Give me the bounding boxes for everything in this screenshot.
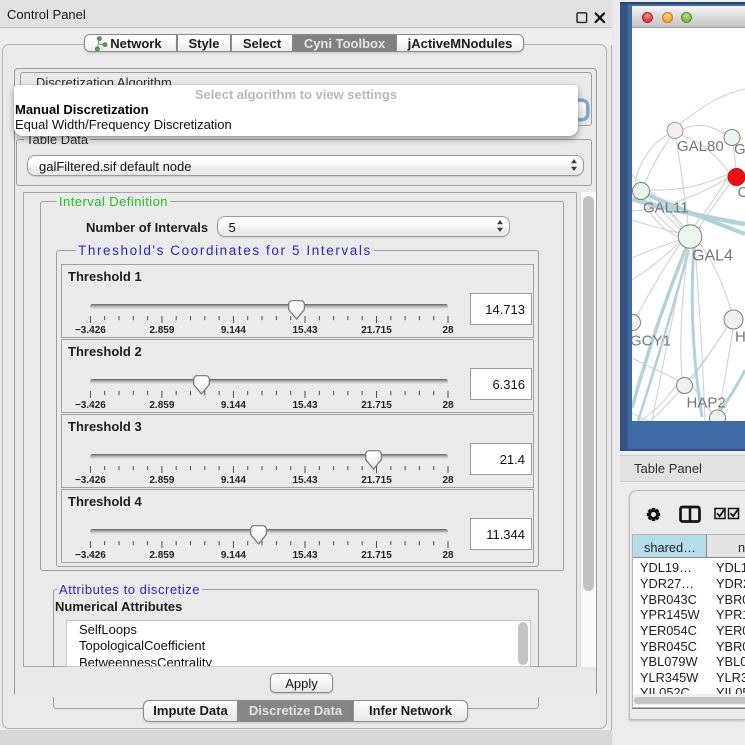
svg-text:GAL4: GAL4 (692, 248, 733, 265)
svg-text:GAL11: GAL11 (643, 200, 689, 217)
svg-text:GAL80: GAL80 (677, 138, 724, 155)
svg-text:CDC1: CDC1 (738, 184, 745, 201)
svg-text:HIS4: HIS4 (735, 329, 745, 346)
svg-text:GAL7: GAL7 (734, 141, 745, 158)
svg-text:HAP2: HAP2 (687, 395, 726, 412)
svg-text:GCY1: GCY1 (632, 333, 671, 350)
